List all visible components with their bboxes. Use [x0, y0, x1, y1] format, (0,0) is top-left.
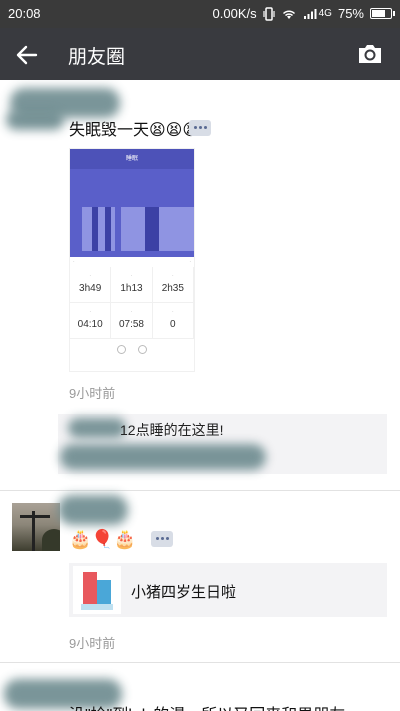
link-thumbnail — [73, 566, 121, 614]
vibrate-icon — [263, 6, 275, 21]
status-time: 20:08 — [8, 6, 41, 21]
stat-value: 3h49 — [79, 283, 102, 294]
status-bar: 20:08 0.00K/s 4G 75% — [0, 0, 400, 28]
arrow-left-icon[interactable] — [14, 42, 40, 68]
sleep-header-title: 睡眠 — [125, 156, 138, 162]
post-time: 9小时前 — [69, 386, 116, 401]
post-time: 9小时前 — [69, 636, 116, 651]
link-title: 小猪四岁生日啦 — [131, 584, 237, 601]
post-text: 失眠毁一天😫😫😫 — [69, 122, 200, 139]
avatar[interactable] — [12, 503, 60, 551]
sleep-chart — [70, 207, 194, 251]
wifi-icon — [282, 10, 295, 19]
author-name-redacted — [58, 495, 128, 525]
commenter-name-redacted — [68, 418, 126, 438]
battery-icon — [370, 8, 395, 19]
network-speed: 0.00K/s — [212, 6, 257, 21]
moments-feed[interactable]: 失眠毁一天😫😫😫 睡眠 · · · 3h49 · 1h13 · 2h35 · 0… — [0, 80, 400, 711]
stat-value: 0 — [170, 319, 176, 330]
stat-value: 2h35 — [161, 283, 184, 294]
comment-box: 12点睡的在这里! — [58, 414, 387, 474]
post-text: 没"捡"到kdc的漫，所以又回来和男朋友 — [69, 701, 345, 711]
share-icon — [117, 345, 126, 354]
post-item: 失眠毁一天😫😫😫 睡眠 · · · 3h49 · 1h13 · 2h35 · 0… — [0, 80, 400, 491]
shared-link-card[interactable]: 小猪四岁生日啦 — [69, 563, 387, 617]
page-title: 朋友圈 — [68, 47, 126, 68]
post-item: 🎂🎈🎂 小猪四岁生日啦 9小时前 — [0, 491, 400, 663]
avatar-redacted — [6, 110, 64, 130]
camera-icon[interactable] — [356, 42, 384, 66]
comment-more-button[interactable] — [151, 531, 173, 547]
stat-value: 07:58 — [118, 319, 144, 330]
post-item: 没"捡"到kdc的漫，所以又回来和男朋友 — [0, 663, 400, 711]
stat-value: 1h13 — [120, 283, 143, 294]
battery-percent: 75% — [337, 6, 364, 21]
post-image[interactable]: 睡眠 · · · 3h49 · 1h13 · 2h35 · 04:10 · 07… — [69, 148, 195, 372]
cell-signal-icon — [303, 8, 317, 19]
comment-text[interactable]: 12点睡的在这里! — [120, 420, 223, 440]
post-text: 🎂🎈🎂 — [69, 529, 137, 549]
sleep-stats-grid: · 3h49 · 1h13 · 2h35 · 04:10 · 07:58 · 0 — [70, 267, 194, 339]
top-nav-bar: 朋友圈 — [0, 28, 400, 80]
edit-icon — [138, 345, 147, 354]
stat-value: 04:10 — [77, 319, 103, 330]
comment-redacted — [60, 444, 266, 470]
signal-type: 4G — [318, 8, 332, 19]
comment-more-button[interactable] — [189, 120, 211, 136]
